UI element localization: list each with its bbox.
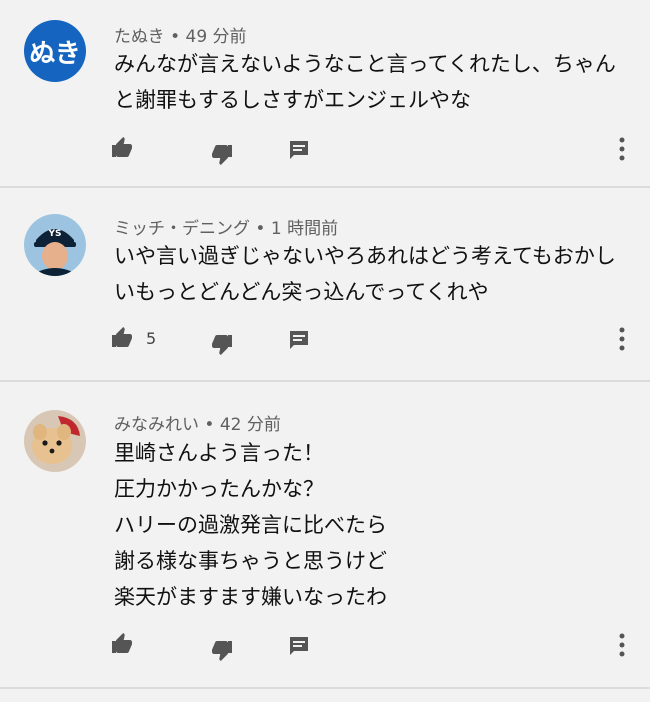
avatar[interactable]: YS — [24, 214, 86, 276]
meta-separator: • — [250, 219, 271, 239]
comment-author[interactable]: みなみれい — [114, 415, 199, 435]
reply-icon — [290, 331, 308, 349]
dislike-button[interactable] — [210, 632, 234, 662]
thumb-down-icon — [212, 335, 232, 355]
comment-meta: ミッチ・デニング • 1 時間前 — [114, 214, 338, 239]
more-vert-icon — [619, 633, 625, 657]
reply-button[interactable] — [287, 136, 311, 162]
thumb-down-icon — [212, 145, 232, 165]
like-count: 5 — [146, 328, 157, 348]
more-vert-icon — [619, 327, 625, 351]
comment-author[interactable]: ミッチ・デニング — [114, 219, 250, 239]
avatar-photo: YS — [24, 214, 86, 276]
thumb-up-icon — [112, 137, 132, 157]
more-vert-icon — [619, 137, 625, 161]
like-button[interactable] — [110, 632, 146, 656]
meta-separator: • — [164, 27, 186, 47]
comment: YS ミッチ・デニング • 1 時間前 いや言い過ぎじゃないやろあれはどう考えて… — [0, 188, 650, 382]
reply-icon — [290, 141, 308, 159]
thumb-down-icon — [212, 641, 232, 661]
reply-icon — [290, 637, 308, 655]
more-options-button[interactable] — [610, 632, 634, 658]
more-options-button[interactable] — [610, 326, 634, 352]
dislike-button[interactable] — [210, 326, 234, 356]
comment-text: みんなが言えないようなこと言ってくれたし、ちゃんと謝罪もするしさすがエンジェルや… — [114, 52, 616, 112]
comment-time[interactable]: 49 分前 — [186, 27, 247, 47]
more-options-button[interactable] — [610, 136, 634, 162]
avatar[interactable]: ぬき — [24, 20, 86, 82]
avatar-photo — [24, 410, 86, 472]
comment-meta: たぬき • 49 分前 — [114, 22, 247, 47]
comment: みなみれい • 42 分前 里崎さんよう言った！ 圧力かかったんかな？ ハリーの… — [0, 382, 650, 689]
like-button[interactable] — [110, 136, 146, 160]
thumb-up-icon — [112, 327, 132, 347]
svg-text:YS: YS — [48, 229, 62, 239]
comment-meta: みなみれい • 42 分前 — [114, 410, 281, 435]
reply-button[interactable] — [287, 632, 311, 658]
comment-text: いや言い過ぎじゃないやろあれはどう考えてもおかしいもっとどんどん突っ込んでってく… — [114, 244, 616, 304]
like-button[interactable]: 5 — [110, 326, 156, 350]
comment-actions: 5 — [110, 326, 640, 356]
comment-time[interactable]: 42 分前 — [220, 415, 281, 435]
dislike-button[interactable] — [210, 136, 234, 166]
comment-actions — [110, 136, 640, 166]
avatar[interactable] — [24, 410, 86, 472]
comment-text: 里崎さんよう言った！ 圧力かかったんかな？ ハリーの過激発言に比べたら 謝る様な… — [114, 441, 387, 609]
reply-button[interactable] — [287, 326, 311, 352]
meta-separator: • — [199, 415, 220, 435]
comment: ぬき たぬき • 49 分前 みんなが言えないようなこと言ってくれたし、ちゃんと… — [0, 0, 650, 188]
comment-actions — [110, 632, 640, 662]
avatar-text: ぬき — [29, 38, 81, 69]
comment-author[interactable]: たぬき — [114, 27, 165, 47]
thumb-up-icon — [112, 633, 132, 653]
comment-time[interactable]: 1 時間前 — [271, 219, 338, 239]
